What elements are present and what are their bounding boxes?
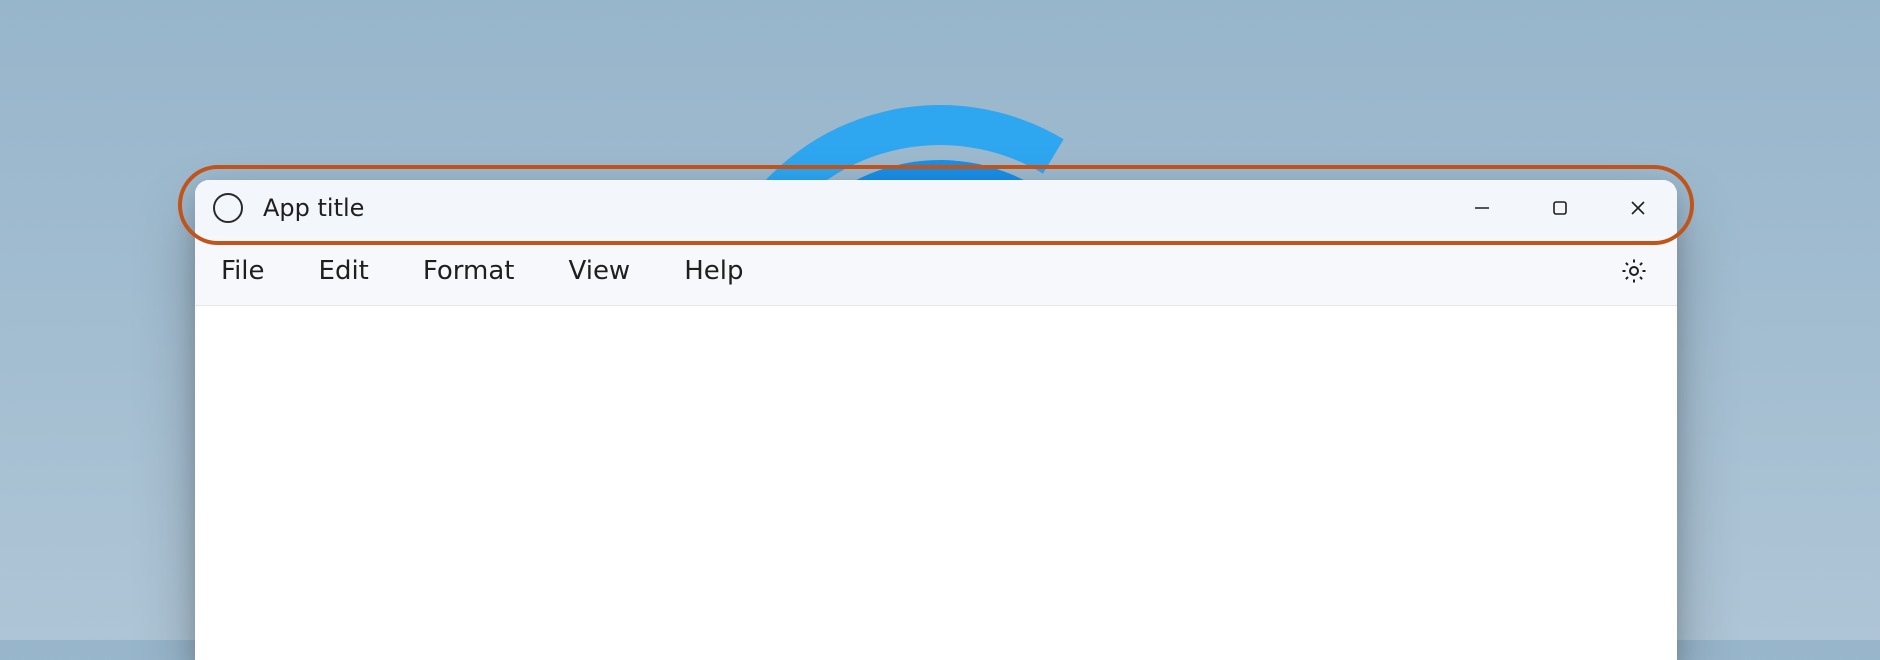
menu-item-file[interactable]: File bbox=[221, 256, 265, 286]
menu-item-edit[interactable]: Edit bbox=[319, 256, 369, 286]
caption-buttons bbox=[1443, 180, 1677, 236]
maximize-button[interactable] bbox=[1521, 180, 1599, 236]
titlebar[interactable]: App title bbox=[195, 180, 1677, 236]
menu-item-format[interactable]: Format bbox=[423, 256, 515, 286]
app-title: App title bbox=[263, 194, 364, 222]
app-window: App title File Edit Format View Help bbox=[195, 180, 1677, 660]
minimize-button[interactable] bbox=[1443, 180, 1521, 236]
app-icon bbox=[213, 193, 243, 223]
gear-icon bbox=[1619, 256, 1649, 286]
content-area bbox=[195, 306, 1677, 660]
minimize-icon bbox=[1472, 198, 1492, 218]
close-icon bbox=[1628, 198, 1648, 218]
maximize-icon bbox=[1550, 198, 1570, 218]
menu-item-view[interactable]: View bbox=[569, 256, 631, 286]
close-button[interactable] bbox=[1599, 180, 1677, 236]
menu-item-help[interactable]: Help bbox=[684, 256, 743, 286]
settings-button[interactable] bbox=[1617, 254, 1651, 288]
menubar: File Edit Format View Help bbox=[195, 236, 1677, 306]
